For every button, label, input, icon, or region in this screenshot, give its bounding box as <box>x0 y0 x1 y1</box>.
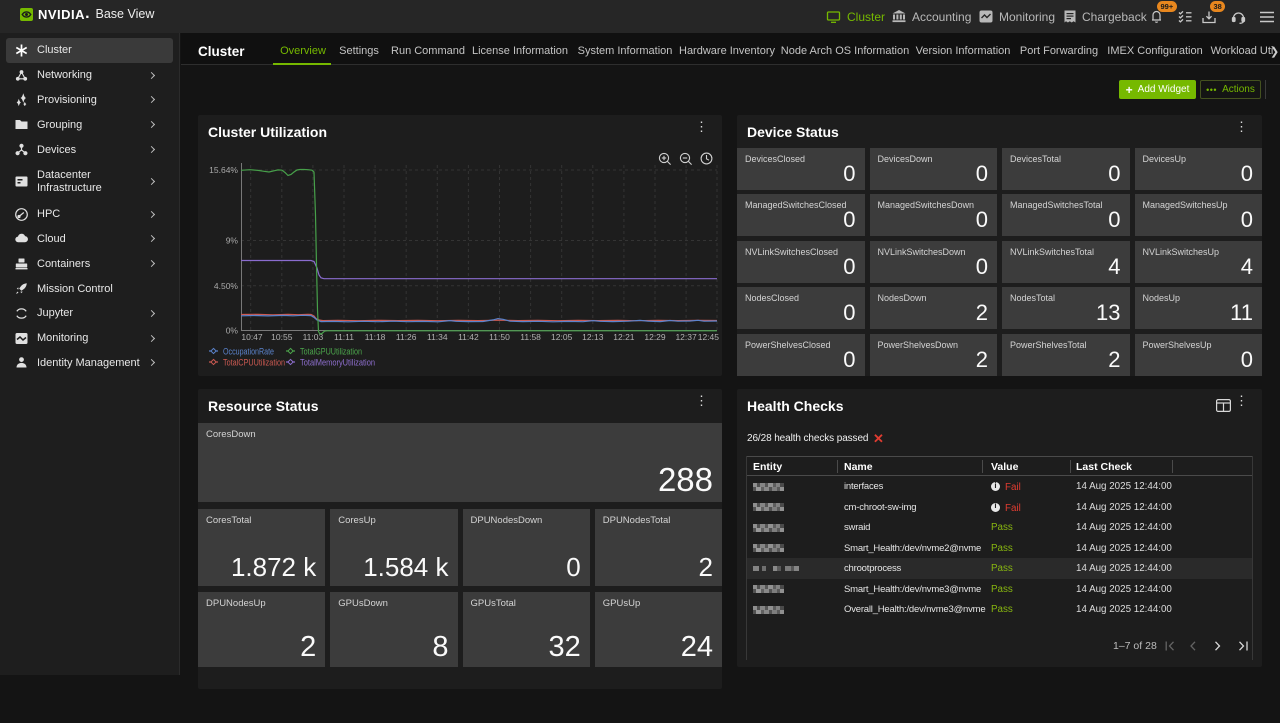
svg-text:12:05: 12:05 <box>551 332 573 342</box>
svg-text:11:34: 11:34 <box>427 332 448 342</box>
svg-text:TotalGPUUtilization: TotalGPUUtilization <box>300 347 362 357</box>
svg-text:11:18: 11:18 <box>365 332 386 342</box>
svg-text:11:50: 11:50 <box>489 332 510 342</box>
svg-text:12:21: 12:21 <box>613 332 635 342</box>
svg-text:12:37: 12:37 <box>675 332 697 342</box>
svg-text:TotalMemoryUtilization: TotalMemoryUtilization <box>300 358 375 368</box>
svg-text:10:55: 10:55 <box>271 332 293 342</box>
svg-text:4.50%: 4.50% <box>214 281 239 291</box>
svg-text:15.64%: 15.64% <box>209 165 238 175</box>
svg-text:11:11: 11:11 <box>334 332 354 342</box>
svg-text:11:26: 11:26 <box>396 332 417 342</box>
svg-text:0%: 0% <box>226 326 239 336</box>
svg-text:10:47: 10:47 <box>241 332 263 342</box>
svg-text:12:29: 12:29 <box>644 332 666 342</box>
svg-text:OccupationRate: OccupationRate <box>223 347 274 357</box>
svg-text:11:42: 11:42 <box>458 332 479 342</box>
svg-text:TotalCPUUtilization: TotalCPUUtilization <box>223 358 285 368</box>
svg-text:12:13: 12:13 <box>582 332 604 342</box>
svg-text:12:45: 12:45 <box>698 332 720 342</box>
svg-text:11:58: 11:58 <box>520 332 541 342</box>
svg-text:9%: 9% <box>226 236 239 246</box>
